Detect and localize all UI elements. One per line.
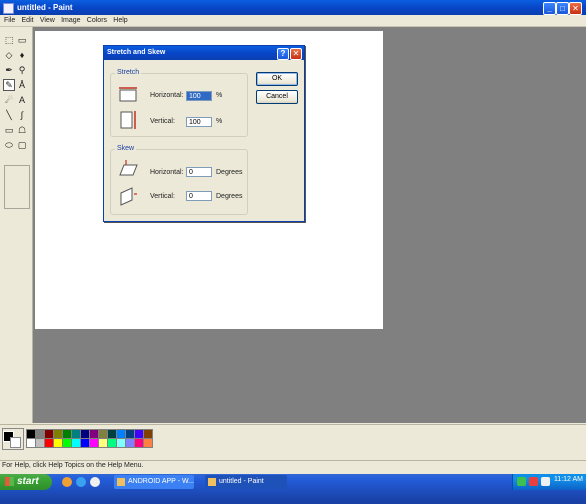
network-icon[interactable] <box>517 477 526 486</box>
cancel-button[interactable]: Cancel <box>256 90 298 104</box>
brush-icon[interactable]: Å <box>16 79 28 91</box>
stretch-horizontal-label: Horizontal: <box>150 92 184 99</box>
fill-icon[interactable]: ♦ <box>16 49 28 61</box>
menu-file[interactable]: File <box>4 15 15 26</box>
stretch-vertical-icon <box>120 111 136 129</box>
eraser-icon[interactable]: ◇ <box>3 49 15 61</box>
line-icon[interactable]: ╲ <box>3 109 15 121</box>
menu-colors[interactable]: Colors <box>87 15 107 26</box>
taskbar-button-android-app[interactable]: ANDROID APP - W... <box>114 475 194 489</box>
taskbar-button-paint[interactable]: untitled - Paint <box>205 475 287 489</box>
skew-horizontal-label: Horizontal: <box>150 169 184 176</box>
quicklaunch-desktop-icon[interactable] <box>90 477 100 487</box>
dialog-title: Stretch and Skew <box>107 49 166 56</box>
menu-help[interactable]: Help <box>113 15 127 26</box>
stretch-vertical-unit: % <box>216 118 223 125</box>
stretch-vertical-label: Vertical: <box>150 118 175 125</box>
paint-app-icon <box>3 3 14 14</box>
volume-icon[interactable] <box>541 477 550 486</box>
stretch-group-label: Stretch <box>115 69 142 76</box>
start-button[interactable]: start <box>0 474 52 490</box>
text-icon[interactable]: A <box>16 94 28 106</box>
skew-vertical-input[interactable]: 0 <box>186 191 212 201</box>
background-color[interactable] <box>10 437 21 448</box>
skew-group-label: Skew <box>115 145 137 152</box>
taskbar <box>0 474 586 504</box>
taskbar-button-label: ANDROID APP - W... <box>128 478 194 485</box>
stretch-skew-dialog: Stretch and Skew ? ✕ Stretch Horizontal:… <box>103 45 305 222</box>
quicklaunch-media-icon[interactable] <box>62 477 72 487</box>
dialog-help-button[interactable]: ? <box>277 48 289 60</box>
title-bar[interactable]: untitled - Paint _ □ ✕ <box>0 0 586 15</box>
window-title: untitled - Paint <box>17 3 73 12</box>
ok-button[interactable]: OK <box>256 72 298 86</box>
pick-color-icon[interactable]: ✒ <box>3 64 15 76</box>
polygon-icon[interactable]: ☖ <box>16 124 28 136</box>
skew-vertical-unit: Degrees <box>216 193 243 200</box>
skew-horizontal-icon <box>119 160 138 176</box>
airbrush-icon[interactable]: ☄ <box>3 94 15 106</box>
maximize-button[interactable]: □ <box>556 2 569 15</box>
menu-image[interactable]: Image <box>61 15 80 26</box>
skew-vertical-icon <box>120 187 137 206</box>
menu-view[interactable]: View <box>40 15 55 26</box>
clock: 11:12 AM <box>553 476 583 483</box>
paint-icon <box>208 478 216 486</box>
taskbar-button-label: untitled - Paint <box>219 478 264 485</box>
tool-box: ⬚ ▭ ◇ ♦ ✒ ⚲ ✎ Å ☄ A ╲ ∫ ▭ ☖ ⬭ ▢ <box>0 27 33 423</box>
tool-options-box[interactable] <box>4 165 30 209</box>
skew-vertical-label: Vertical: <box>150 193 175 200</box>
minimize-button[interactable]: _ <box>543 2 556 15</box>
magnifier-icon[interactable]: ⚲ <box>16 64 28 76</box>
document-icon <box>117 478 125 486</box>
ellipse-icon[interactable]: ⬭ <box>3 139 15 151</box>
color-swatch[interactable] <box>143 438 153 448</box>
start-label: start <box>17 476 39 487</box>
stretch-horizontal-input[interactable]: 100 <box>186 91 212 101</box>
windows-flag-icon <box>5 476 14 486</box>
rectangle-icon[interactable]: ▭ <box>3 124 15 136</box>
menu-edit[interactable]: Edit <box>22 15 34 26</box>
curve-icon[interactable]: ∫ <box>16 109 28 121</box>
dialog-title-bar[interactable]: Stretch and Skew ? ✕ <box>104 46 304 60</box>
security-icon[interactable] <box>529 477 538 486</box>
free-select-icon[interactable]: ⬚ <box>3 34 15 46</box>
stretch-horizontal-icon <box>119 87 137 102</box>
skew-horizontal-unit: Degrees <box>216 169 243 176</box>
close-button[interactable]: ✕ <box>569 2 582 15</box>
system-tray: 11:12 AM <box>512 474 586 490</box>
skew-horizontal-input[interactable]: 0 <box>186 167 212 177</box>
stretch-horizontal-unit: % <box>216 92 223 99</box>
menu-bar: File Edit View Image Colors Help <box>0 15 586 27</box>
rounded-rect-icon[interactable]: ▢ <box>16 139 28 151</box>
stretch-vertical-input[interactable]: 100 <box>186 117 212 127</box>
pencil-icon[interactable]: ✎ <box>3 79 15 91</box>
quicklaunch-ie-icon[interactable] <box>76 477 86 487</box>
status-bar: For Help, click Help Topics on the Help … <box>0 460 586 474</box>
dialog-close-button[interactable]: ✕ <box>290 48 302 60</box>
status-text: For Help, click Help Topics on the Help … <box>2 462 144 469</box>
rect-select-icon[interactable]: ▭ <box>16 34 28 46</box>
